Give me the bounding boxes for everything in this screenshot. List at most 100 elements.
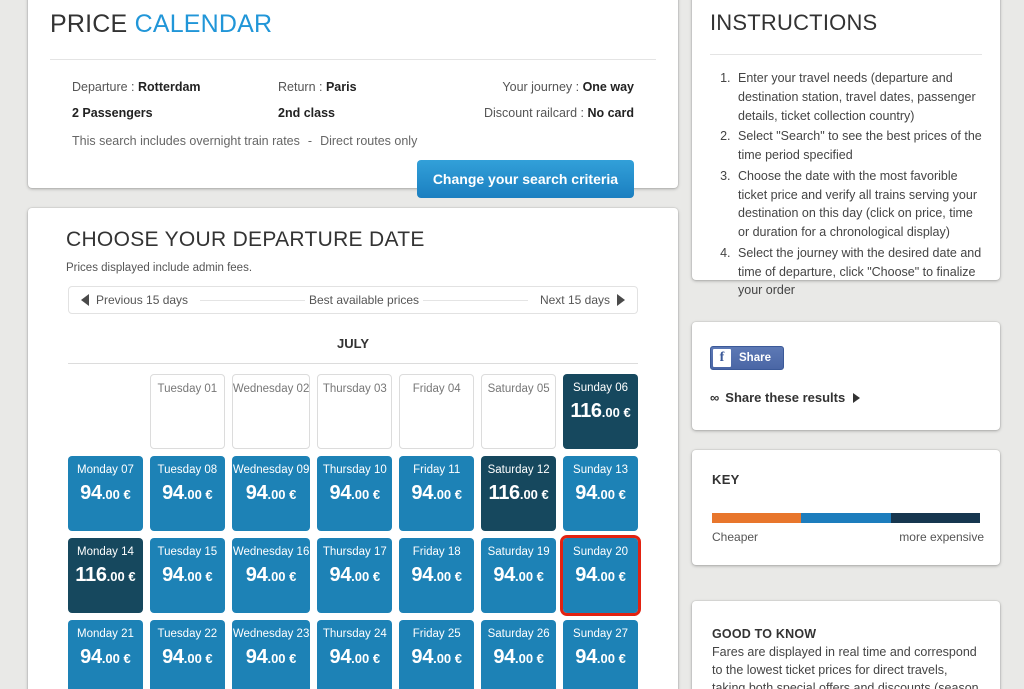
calendar-cell[interactable]: Tuesday 0894.00 € [150, 456, 225, 531]
price-integer: 94 [246, 564, 268, 586]
calendar-cell[interactable]: Sunday 06116.00 € [563, 374, 638, 449]
previous-15-days-button[interactable]: Previous 15 days [69, 293, 200, 307]
good-to-know-body: Fares are displayed in real time and cor… [712, 643, 980, 689]
price-decimal: .00 € [102, 651, 131, 666]
instructions-card: INSTRUCTIONS Enter your travel needs (de… [692, 0, 1000, 280]
page-title-main: PRICE [50, 10, 127, 38]
price-integer: 94 [411, 482, 433, 504]
calendar-cell-day: Monday 07 [77, 464, 134, 476]
calendar-cell-day: Wednesday 09 [233, 464, 310, 476]
criteria-journey-label: Your journey : [502, 80, 582, 94]
next-15-days-label: Next 15 days [540, 293, 610, 307]
calendar-cell[interactable]: Sunday 2094.00 € [563, 538, 638, 613]
facebook-share-button[interactable]: f Share [710, 346, 784, 370]
price-integer: 94 [411, 564, 433, 586]
calendar-cell-price: 94.00 € [80, 646, 131, 669]
price-integer: 116 [488, 482, 519, 504]
calendar-cell-day: Saturday 12 [488, 464, 550, 476]
key-color-segment [891, 513, 980, 523]
instruction-item: Enter your travel needs (departure and d… [734, 69, 982, 125]
calendar-cell-price: 94.00 € [246, 482, 297, 505]
calendar-cell[interactable]: Thursday 1094.00 € [317, 456, 392, 531]
calendar-cell[interactable]: Monday 14 116.00 € [68, 538, 143, 613]
calendar-cell[interactable]: Thursday 2494.00 € [317, 620, 392, 689]
calendar-cell[interactable]: Wednesday 16 94.00 € [232, 538, 311, 613]
criteria-journey: Your journey : One way [502, 80, 634, 94]
instructions-title: INSTRUCTIONS [710, 0, 982, 36]
price-decimal: .00 € [184, 487, 213, 502]
criteria-return: Return : Paris [278, 80, 357, 94]
price-integer: 116 [570, 400, 601, 422]
good-to-know-card: GOOD TO KNOW Fares are displayed in real… [692, 601, 1000, 689]
calendar-cell-day: Tuesday 22 [158, 628, 218, 640]
calendar-cell-price: 94.00 € [575, 564, 626, 587]
calendar-cell-day: Saturday 05 [488, 383, 550, 395]
calendar-cell[interactable]: Thursday 1794.00 € [317, 538, 392, 613]
price-decimal: .00 € [597, 651, 626, 666]
calendar-cell[interactable]: Wednesday 23 94.00 € [232, 620, 311, 689]
calendar-cell-day: Friday 11 [413, 464, 460, 476]
criteria-class: 2nd class [278, 106, 335, 120]
page-title: PRICE CALENDAR [50, 0, 656, 39]
calendar-cell: Wednesday 02 [232, 374, 311, 449]
criteria-departure-value: Rotterdam [138, 80, 201, 94]
price-decimal: .00 € [597, 487, 626, 502]
price-integer: 94 [330, 646, 352, 668]
calendar-cell-price: 94.00 € [493, 564, 544, 587]
calendar-cell-day: Monday 21 [77, 628, 134, 640]
price-decimal: .00 € [267, 651, 296, 666]
calendar-cell-price: 94.00 € [411, 564, 462, 587]
criteria-note: This search includes overnight train rat… [72, 134, 417, 148]
price-integer: 94 [246, 646, 268, 668]
calendar-cell-day: Friday 25 [413, 628, 461, 640]
criteria-passengers: 2 Passengers [72, 106, 153, 120]
calendar-cell[interactable]: Monday 21 94.00 € [68, 620, 143, 689]
calendar-cell[interactable]: Tuesday 22 94.00 € [150, 620, 225, 689]
price-calendar-card: PRICE CALENDAR Departure : Rotterdam Ret… [28, 0, 678, 188]
instruction-item: Select the journey with the desired date… [734, 244, 982, 300]
criteria-note-separator: - [300, 134, 320, 148]
calendar-cell-price: 94.00 € [411, 646, 462, 669]
calendar-cell[interactable]: Friday 25 94.00 € [399, 620, 474, 689]
nav-divider-right [423, 300, 528, 301]
calendar-cell[interactable]: Saturday 12116.00 € [481, 456, 556, 531]
key-labels: Cheaper more expensive [712, 530, 980, 544]
calendar-cell[interactable]: Tuesday 15 94.00 € [150, 538, 225, 613]
calendar-cell-price: 94.00 € [162, 564, 213, 587]
page-title-accent: CALENDAR [135, 10, 273, 38]
nav-divider-left [200, 300, 305, 301]
price-integer: 116 [75, 564, 106, 586]
calendar-cell-price: 94.00 € [411, 482, 462, 505]
calendar-cell-day: Sunday 06 [573, 382, 628, 394]
calendar-cell[interactable]: Friday 1894.00 € [399, 538, 474, 613]
calendar-cell-price: 94.00 € [162, 646, 213, 669]
calendar-cell-day: Wednesday 23 [233, 628, 310, 640]
chevron-right-icon [617, 294, 625, 306]
price-decimal: .00 € [351, 487, 380, 502]
calendar-cell-price: 94.00 € [575, 646, 626, 669]
calendar-cell[interactable]: Monday 0794.00 € [68, 456, 143, 531]
facebook-icon: f [713, 349, 731, 367]
calendar-cell-price: 94.00 € [246, 564, 297, 587]
calendar-cell-day: Monday 14 [77, 546, 134, 558]
calendar-cell[interactable]: Saturday 2694.00 € [481, 620, 556, 689]
calendar-cell[interactable]: Wednesday 09 94.00 € [232, 456, 311, 531]
calendar-cell-day: Tuesday 08 [158, 464, 218, 476]
calendar-cell-price: 94.00 € [575, 482, 626, 505]
calendar-cell-price: 94.00 € [246, 646, 297, 669]
calendar-cell[interactable]: Friday 11 94.00 € [399, 456, 474, 531]
calendar-cell-day: Wednesday 16 [233, 546, 310, 558]
instruction-item: Select "Search" to see the best prices o… [734, 127, 982, 165]
calendar-cell: Tuesday 01 [150, 374, 225, 449]
calendar-cell: Saturday 05 [481, 374, 556, 449]
calendar-cell-day: Saturday 26 [488, 628, 550, 640]
calendar-cell[interactable]: Sunday 1394.00 € [563, 456, 638, 531]
calendar-cell-day: Thursday 17 [323, 546, 387, 558]
calendar-cell-day: Tuesday 15 [158, 546, 218, 558]
change-search-criteria-button[interactable]: Change your search criteria [417, 160, 634, 198]
share-these-results-link[interactable]: ∞ Share these results [710, 390, 982, 405]
calendar-cell[interactable]: Saturday 1994.00 € [481, 538, 556, 613]
calendar-cell-price: 116.00 € [75, 564, 135, 587]
calendar-cell[interactable]: Sunday 2794.00 € [563, 620, 638, 689]
next-15-days-button[interactable]: Next 15 days [528, 293, 637, 307]
